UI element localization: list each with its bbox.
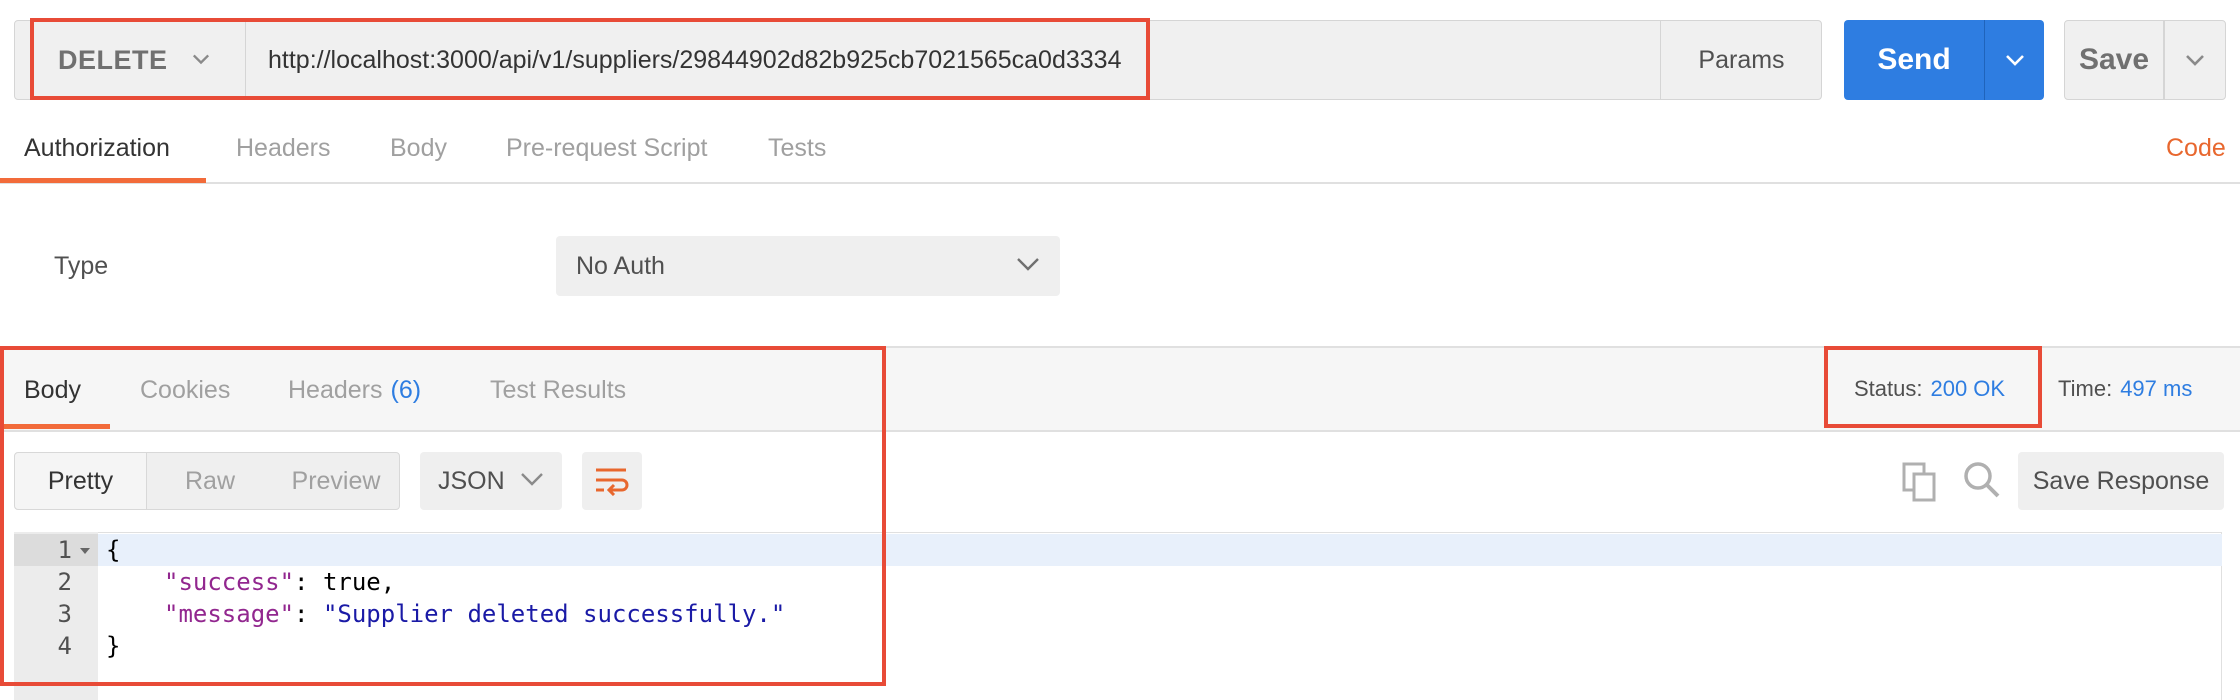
auth-type-value: No Auth [576,251,665,280]
highlight-box-response-body [0,346,886,686]
auth-type-select[interactable]: No Auth [556,236,1060,296]
chevron-down-icon [1017,258,1039,271]
highlight-box-request-line [30,18,1150,100]
save-button[interactable]: Save [2064,20,2164,100]
tab-headers[interactable]: Headers [236,112,331,184]
chevron-down-icon [2005,55,2024,66]
params-button[interactable]: Params [1660,20,1822,100]
save-response-button[interactable]: Save Response [2018,452,2224,510]
time-value: 497 ms [2120,376,2193,401]
request-tabs: Authorization Headers Body Pre-request S… [0,112,2240,184]
response-time: Time: 497 ms [2058,376,2192,402]
active-tab-indicator [0,178,206,183]
tab-authorization[interactable]: Authorization [24,112,170,184]
search-icon[interactable] [1962,460,2002,500]
copy-icon[interactable] [1902,462,1938,502]
send-dropdown-button[interactable] [1984,20,2044,100]
tab-pre-request-script[interactable]: Pre-request Script [506,112,707,184]
time-label: Time: [2058,376,2113,401]
auth-type-label: Type [54,252,109,280]
save-dropdown-button[interactable] [2164,20,2226,100]
chevron-down-icon [2186,55,2204,66]
code-link[interactable]: Code [2166,134,2226,163]
highlight-box-status [1824,346,2042,428]
tab-tests[interactable]: Tests [768,112,826,184]
tab-body[interactable]: Body [390,112,447,184]
send-button[interactable]: Send [1844,20,1984,100]
